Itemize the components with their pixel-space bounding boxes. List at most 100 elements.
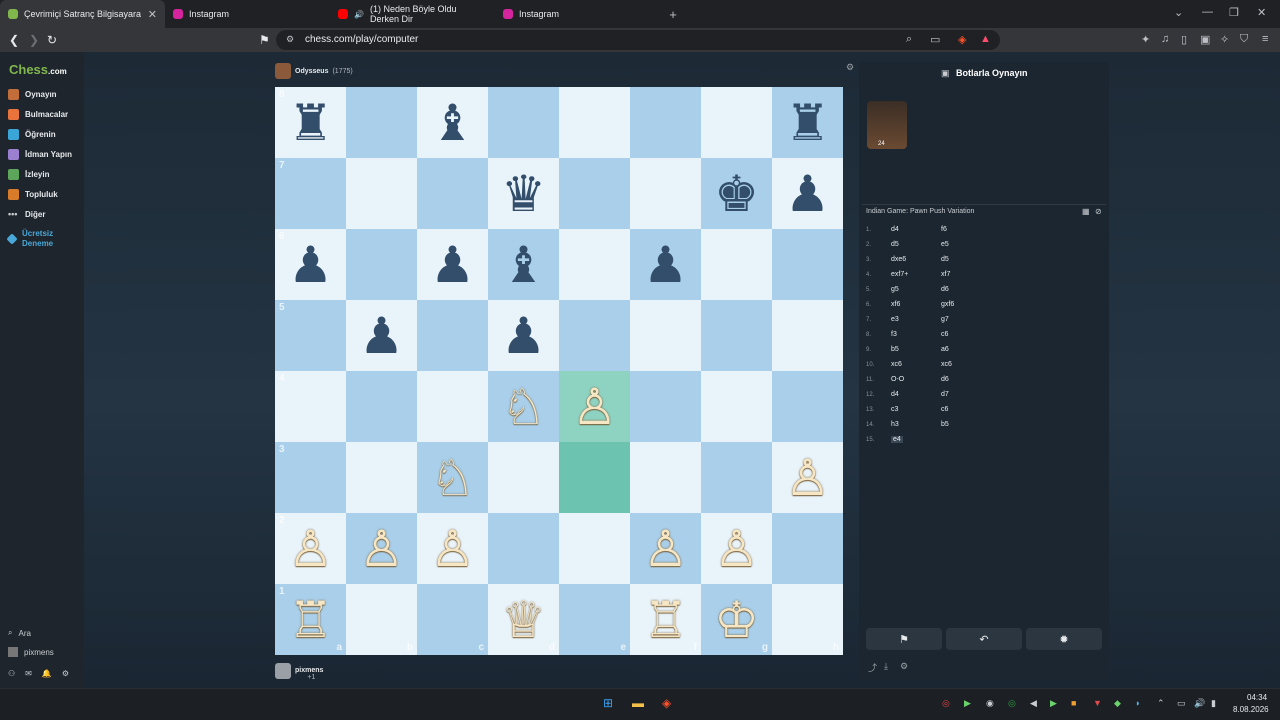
white-rook-piece[interactable]: ♖ [643, 595, 688, 645]
square[interactable]: ♟ [772, 158, 843, 229]
hint-button[interactable]: ✹ [1026, 628, 1102, 650]
square[interactable]: ♟ 6 [275, 229, 346, 300]
square[interactable]: 7 [275, 158, 346, 229]
white-pawn-piece[interactable]: ♙ [359, 524, 404, 574]
start-icon[interactable]: ⊞ [603, 696, 613, 710]
tray-app-icon[interactable]: ◉ [986, 698, 994, 709]
square[interactable] [701, 300, 772, 371]
share-icon[interactable]: ⤴ [868, 661, 877, 674]
white-knight-piece[interactable]: ♘ [430, 453, 475, 503]
black-pawn-piece[interactable]: ♟ [359, 311, 404, 361]
file-explorer-icon[interactable]: ▬ [632, 696, 644, 710]
square[interactable] [559, 229, 630, 300]
nav-community[interactable]: Topluluk [8, 189, 58, 200]
black-move[interactable]: d5 [941, 256, 949, 263]
square[interactable] [346, 442, 417, 513]
white-move[interactable]: exf7+ [891, 271, 908, 278]
nav-free-trial[interactable]: Ücretsiz Deneme [6, 229, 68, 249]
brave-rewards-icon[interactable]: ▲ [980, 33, 991, 45]
square[interactable]: ♜ [772, 87, 843, 158]
url-text[interactable]: chess.com/play/computer [305, 34, 418, 45]
tray-app-icon[interactable]: ■ [1071, 698, 1076, 708]
back-icon[interactable]: ❮ [9, 33, 19, 47]
close-tab-icon[interactable]: ✕ [148, 8, 157, 21]
square[interactable]: ♖ 1 a [275, 584, 346, 655]
square[interactable] [346, 87, 417, 158]
square[interactable]: ♘ [488, 371, 559, 442]
avatar[interactable] [275, 662, 291, 679]
square[interactable] [701, 442, 772, 513]
square[interactable] [559, 300, 630, 371]
black-move[interactable]: f6 [941, 226, 947, 233]
network-icon[interactable]: ▭ [1177, 698, 1186, 709]
square[interactable] [559, 158, 630, 229]
square[interactable]: 4 [275, 371, 346, 442]
square[interactable] [559, 442, 630, 513]
black-pawn-piece[interactable]: ♟ [785, 169, 830, 219]
media-icon[interactable]: ♫ [1161, 33, 1169, 45]
square[interactable] [488, 513, 559, 584]
black-pawn-piece[interactable]: ♟ [501, 311, 546, 361]
battery-icon[interactable]: ▮ [1211, 698, 1216, 709]
square[interactable]: e [559, 584, 630, 655]
menu-icon[interactable]: ≡ [1262, 33, 1268, 45]
square[interactable] [559, 87, 630, 158]
white-pawn-piece[interactable]: ♙ [430, 524, 475, 574]
square[interactable]: ♙ [701, 513, 772, 584]
white-king-piece[interactable]: ♔ [714, 595, 759, 645]
white-move[interactable]: e4 [891, 436, 903, 443]
square[interactable]: ♝ [417, 87, 488, 158]
square[interactable]: ♛ [488, 158, 559, 229]
tab-search-icon[interactable]: ⌄ [1174, 6, 1183, 19]
square[interactable]: b [346, 584, 417, 655]
chess-logo[interactable]: Chess.com [9, 62, 67, 77]
reload-icon[interactable]: ↻ [47, 33, 57, 47]
black-move[interactable]: d6 [941, 286, 949, 293]
white-pawn-piece[interactable]: ♙ [714, 524, 759, 574]
black-move[interactable]: g7 [941, 316, 949, 323]
nav-puzzles[interactable]: Bulmacalar [8, 109, 68, 120]
new-tab-button[interactable]: + [660, 7, 686, 22]
square[interactable] [346, 158, 417, 229]
square[interactable] [630, 300, 701, 371]
black-move[interactable]: d7 [941, 391, 949, 398]
tab-youtube[interactable]: 🔊 (1) Neden Böyle Oldu Derken Dir [330, 0, 495, 28]
extensions-icon[interactable]: ✦ [1141, 33, 1150, 46]
white-move[interactable]: c3 [891, 406, 898, 413]
square[interactable]: ♙ [772, 442, 843, 513]
nav-train[interactable]: İdman Yapın [8, 149, 72, 160]
square[interactable] [701, 229, 772, 300]
black-move[interactable]: d6 [941, 376, 949, 383]
settings-icon[interactable]: ⚙ [62, 669, 69, 678]
nav-watch[interactable]: İzleyin [8, 169, 49, 180]
white-move[interactable]: g5 [891, 286, 899, 293]
black-bishop-piece[interactable]: ♝ [430, 98, 475, 148]
square[interactable] [772, 371, 843, 442]
black-bishop-piece[interactable]: ♝ [501, 240, 546, 290]
white-move[interactable]: h3 [891, 421, 899, 428]
sidebar-toggle-icon[interactable]: ▯ [1181, 33, 1187, 46]
black-pawn-piece[interactable]: ♟ [643, 240, 688, 290]
audio-icon[interactable]: 🔊 [354, 10, 364, 19]
square[interactable] [772, 513, 843, 584]
square[interactable]: ♟ [630, 229, 701, 300]
resign-button[interactable]: ⚑ [866, 628, 942, 650]
black-move[interactable]: xf7 [941, 271, 950, 278]
square[interactable] [772, 229, 843, 300]
square[interactable]: c [417, 584, 488, 655]
chess-board[interactable]: ♜ 8 ♝ ♜ 7 ♛ ♚ ♟ ♟ 6 ♟ ♝ ♟ 5 ♟ ♟ 4 ♘ ♙ 3 ♘ ♙ ♙ 2 ♙ ♙ ♙ ♙ ♖ 1 a b c ♕ d e ♖ f ♔ g… [275, 87, 843, 655]
square[interactable] [346, 371, 417, 442]
black-move[interactable]: a6 [941, 346, 949, 353]
tab-instagram-2[interactable]: Instagram [495, 0, 660, 28]
white-move[interactable]: dxe6 [891, 256, 906, 263]
chevron-up-icon[interactable]: ⌃ [1157, 698, 1165, 709]
brave-shields-icon[interactable]: ◈ [958, 33, 966, 46]
square[interactable] [701, 87, 772, 158]
notifications-icon[interactable]: 🔔 [42, 669, 52, 678]
nav-learn[interactable]: Öğrenin [8, 129, 56, 140]
square[interactable] [417, 158, 488, 229]
square[interactable] [772, 300, 843, 371]
white-move[interactable]: d4 [891, 226, 899, 233]
volume-icon[interactable]: 🔊 [1194, 698, 1205, 709]
white-move[interactable]: e3 [891, 316, 899, 323]
